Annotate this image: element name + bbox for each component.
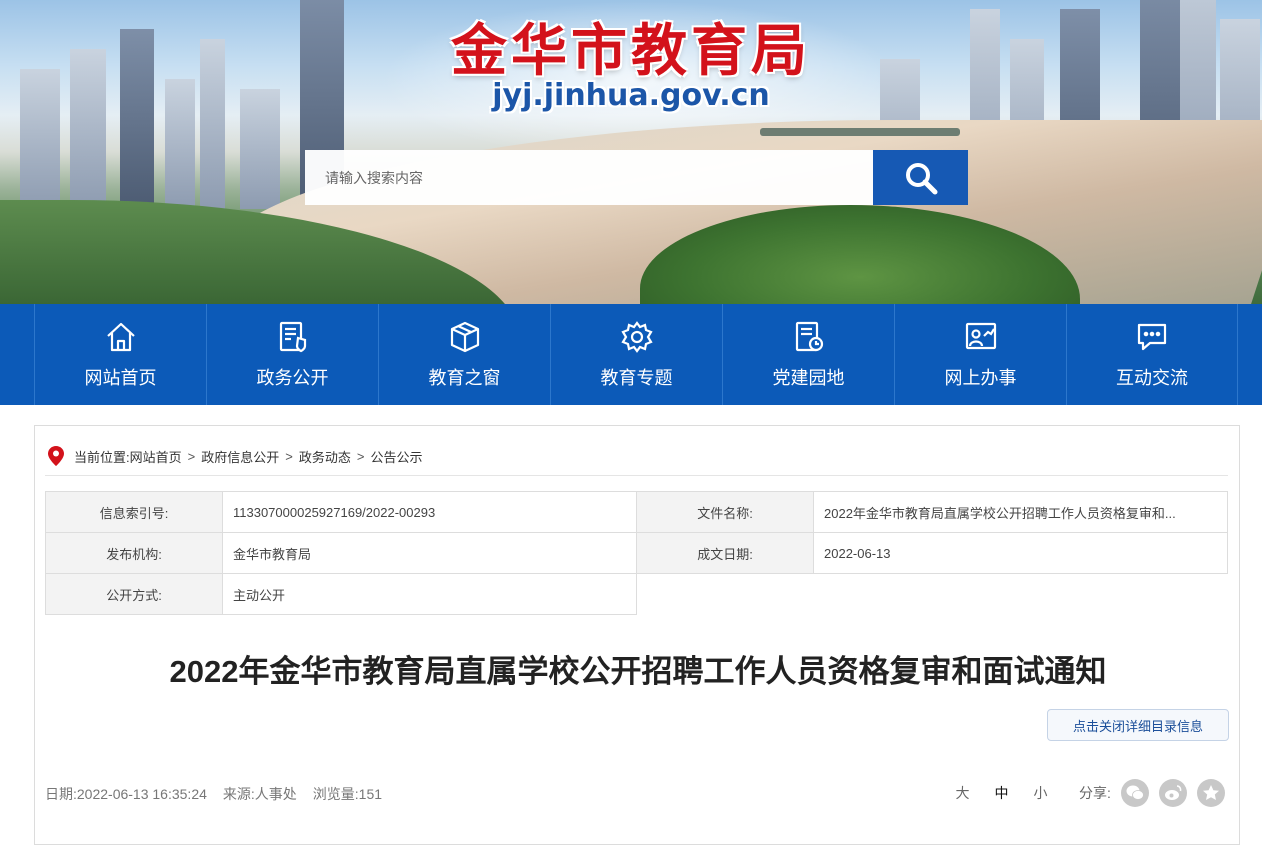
favorite-icon <box>1202 785 1219 800</box>
search-icon <box>905 162 937 194</box>
chat-icon <box>1137 323 1167 350</box>
table-row: 发布机构: 金华市教育局 成文日期: 2022-06-13 <box>45 532 1228 574</box>
nav-item-education-window[interactable]: 教育之窗 <box>378 304 550 405</box>
article-date: 日期:2022-06-13 16:35:24 <box>45 786 207 802</box>
nav-label: 教育之窗 <box>428 367 501 388</box>
meta-value-index: 113307000025927169/2022-00293 <box>222 491 637 533</box>
article-source: 来源:人事处 <box>222 786 297 802</box>
meta-key-disclosure: 公开方式: <box>45 573 223 615</box>
breadcrumb-gov-info[interactable]: 政府信息公开 <box>201 447 279 466</box>
meta-key-publisher: 发布机构: <box>45 532 223 574</box>
article-info: 日期:2022-06-13 16:35:24 来源:人事处 浏览量:151 <box>45 784 388 804</box>
weibo-icon <box>1164 785 1182 800</box>
article-tools: 大 中 小 分享: <box>943 778 1225 808</box>
nav-label: 党建园地 <box>772 367 845 388</box>
banner-bridge <box>760 128 960 136</box>
search-button[interactable] <box>873 150 968 205</box>
article-panel: 当前位置: 网站首页 > 政府信息公开 > 政务动态 > 公告公示 信息索引号:… <box>34 425 1240 845</box>
site-domain: jyj.jinhua.gov.cn <box>492 78 770 113</box>
meta-key-index: 信息索引号: <box>45 491 223 533</box>
user-chart-icon <box>965 322 996 349</box>
font-size-medium-button[interactable]: 中 <box>982 783 1021 803</box>
toggle-details-button[interactable]: 点击关闭详细目录信息 <box>1047 709 1229 741</box>
nav-item-education-topics[interactable]: 教育专题 <box>550 304 722 405</box>
main-nav: 网站首页 政务公开 教育之窗 教育专题 党建园地 网上办事 互动交流 <box>0 304 1262 405</box>
breadcrumb-prefix: 当前位置: <box>74 449 130 465</box>
table-row: 信息索引号: 113307000025927169/2022-00293 文件名… <box>45 491 1228 533</box>
document-shield-icon <box>279 321 306 352</box>
nav-label: 政务公开 <box>256 367 329 388</box>
box-icon <box>450 321 479 352</box>
breadcrumb-separator: > <box>356 448 365 464</box>
breadcrumb-home[interactable]: 网站首页 <box>130 447 182 466</box>
breadcrumb-announcements[interactable]: 公告公示 <box>370 447 422 466</box>
breadcrumb-separator: > <box>187 448 196 464</box>
site-title: 金华市教育局 <box>451 18 811 84</box>
nav-item-interaction[interactable]: 互动交流 <box>1066 304 1238 405</box>
breadcrumb-gov-news[interactable]: 政务动态 <box>299 447 351 466</box>
search-input[interactable] <box>305 150 873 205</box>
meta-key-date: 成文日期: <box>636 532 814 574</box>
article-views: 浏览量:151 <box>312 786 383 802</box>
gear-icon <box>620 320 653 353</box>
meta-empty-cell <box>636 573 1228 615</box>
nav-item-online-services[interactable]: 网上办事 <box>894 304 1066 405</box>
nav-item-government-affairs[interactable]: 政务公开 <box>206 304 378 405</box>
home-icon <box>106 322 135 351</box>
table-row: 公开方式: 主动公开 <box>45 573 1228 615</box>
nav-label: 网站首页 <box>84 367 157 388</box>
meta-key-filename: 文件名称: <box>636 491 814 533</box>
meta-value-filename: 2022年金华市教育局直属学校公开招聘工作人员资格复审和... <box>813 491 1228 533</box>
share-weibo-button[interactable] <box>1158 779 1187 807</box>
breadcrumb-separator: > <box>285 448 293 464</box>
article-title: 2022年金华市教育局直属学校公开招聘工作人员资格复审和面试通知 <box>169 654 1107 689</box>
location-pin-icon <box>48 446 64 466</box>
breadcrumb: 当前位置: 网站首页 > 政府信息公开 > 政务动态 > 公告公示 <box>48 446 422 466</box>
share-wechat-button[interactable] <box>1120 779 1149 807</box>
font-size-small-button[interactable]: 小 <box>1021 783 1060 803</box>
nav-label: 教育专题 <box>600 367 673 388</box>
favorite-button[interactable] <box>1196 779 1225 807</box>
nav-label: 网上办事 <box>944 367 1017 388</box>
meta-value-disclosure: 主动公开 <box>222 573 637 615</box>
share-label: 分享: <box>1079 785 1111 801</box>
meta-value-date: 2022-06-13 <box>813 532 1228 574</box>
document-clock-icon <box>795 321 823 351</box>
font-size-large-button[interactable]: 大 <box>943 783 982 803</box>
nav-item-party-building[interactable]: 党建园地 <box>722 304 894 405</box>
breadcrumb-divider <box>45 475 1228 476</box>
nav-item-home[interactable]: 网站首页 <box>34 304 206 405</box>
wechat-icon <box>1126 785 1144 800</box>
meta-value-publisher: 金华市教育局 <box>222 532 637 574</box>
nav-label: 互动交流 <box>1116 367 1188 388</box>
document-meta-table: 信息索引号: 113307000025927169/2022-00293 文件名… <box>45 491 1228 615</box>
